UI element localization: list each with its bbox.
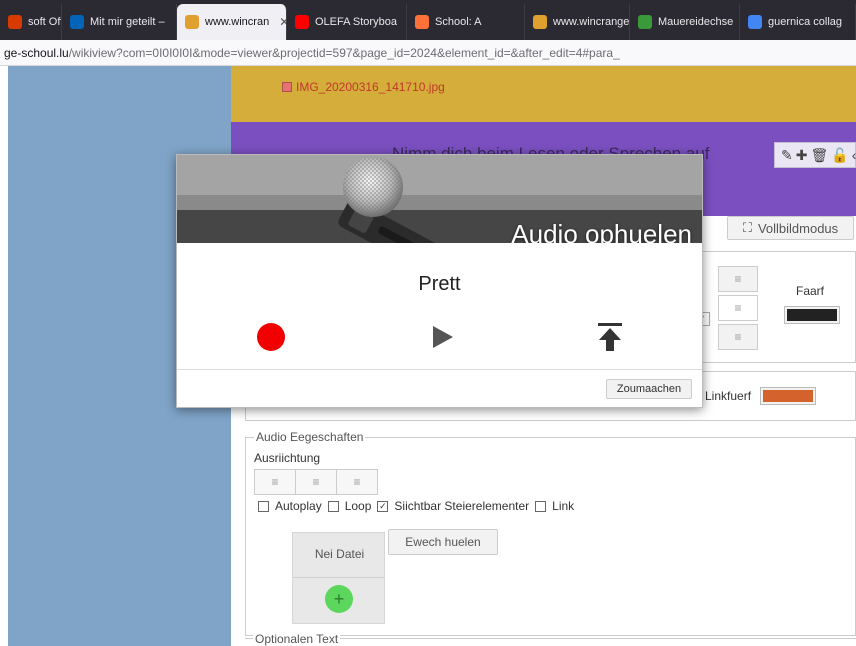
- plus-icon[interactable]: ✚: [796, 147, 808, 164]
- recorder-status: Prett: [418, 273, 461, 295]
- browser-tab[interactable]: www.wincran ✕: [177, 4, 287, 40]
- plus-icon: +: [333, 588, 345, 609]
- align-right-button[interactable]: ≡: [337, 470, 377, 494]
- align-left-button[interactable]: ≡: [255, 470, 296, 494]
- linkfuerf-color-swatch: [763, 390, 813, 402]
- align-bottom-button[interactable]: ≡: [718, 324, 758, 350]
- align-top-button[interactable]: ≡: [718, 266, 758, 292]
- new-file-dropzone[interactable]: Nei Datei +: [292, 532, 385, 624]
- browser-tab-label: OLEFA Storyboa: [315, 16, 397, 28]
- browser-tab-label: School: A: [435, 16, 482, 28]
- alignment-label: Ausriichtung: [254, 451, 321, 465]
- faarf-label: Faarf: [796, 284, 825, 298]
- browser-tab-label: www.wincran: [205, 16, 270, 28]
- pencil-icon[interactable]: ✎: [781, 147, 793, 164]
- browser-tab[interactable]: OLEFA Storyboa: [287, 4, 407, 40]
- edit-toolbar: ✎ ✚ 🗑 🔓 ‹: [774, 142, 856, 168]
- align-top-icon: ≡: [734, 272, 742, 286]
- wincrange-icon: [533, 15, 547, 29]
- image-file-name: IMG_20200316_141710.jpg: [296, 80, 445, 94]
- browser-tab-label: soft Office: [28, 16, 62, 28]
- faarf-color-swatch: [787, 309, 837, 321]
- alignment-button-group: ≡ ≡ ≡: [254, 469, 378, 495]
- browser-tab[interactable]: Mauereidechse: [630, 4, 740, 40]
- link-checkbox[interactable]: [535, 500, 547, 512]
- optional-text-fieldset: Optionalen Text: [245, 632, 856, 646]
- dropzone-divider: [293, 577, 384, 578]
- url-bar[interactable]: ge-schoul.lu/wikiview?com=0I0I0I0I&mode=…: [0, 40, 856, 66]
- audio-options: Autoplay Loop ✓ Siichtbar Steierelemente…: [258, 499, 574, 513]
- trash-icon[interactable]: 🗑: [810, 147, 828, 164]
- browser-tab-label: Mauereidechse: [658, 16, 734, 28]
- left-strip: [0, 66, 8, 646]
- align-middle-button[interactable]: ≡: [718, 295, 758, 321]
- browser-tab[interactable]: guernica collag: [740, 4, 856, 40]
- autoplay-checkbox[interactable]: [258, 500, 269, 512]
- fullscreen-label: Vollbildmodus: [757, 220, 839, 236]
- close-tab-icon[interactable]: ✕: [279, 15, 286, 29]
- add-file-button[interactable]: +: [325, 585, 353, 613]
- upload-icon[interactable]: [598, 323, 622, 351]
- faarf-color-picker[interactable]: [784, 306, 840, 324]
- browser-tabbar: soft Office Mit mir geteilt – www.wincran ✕…: [0, 0, 856, 40]
- link-label: Link: [552, 499, 575, 513]
- browser-tab[interactable]: Mit mir geteilt –: [62, 4, 177, 40]
- play-button[interactable]: [433, 326, 453, 348]
- controls-checkbox[interactable]: ✓: [377, 500, 389, 512]
- loop-label: Loop: [344, 499, 372, 513]
- youtube-icon: [295, 15, 309, 29]
- autoplay-label: Autoplay: [275, 499, 322, 513]
- browser-tab-label: Mit mir geteilt –: [90, 16, 165, 28]
- linkfuerf-color-picker[interactable]: [760, 387, 816, 405]
- remove-button[interactable]: Ewech huelen: [388, 529, 498, 555]
- lizard-icon: [638, 15, 652, 29]
- new-file-label: Nei Datei: [314, 547, 365, 561]
- record-button[interactable]: [257, 323, 285, 351]
- fullscreen-button[interactable]: ⛶ Vollbildmodus: [727, 216, 854, 240]
- linkfuerf-label: Linkfuerf: [705, 389, 752, 403]
- chevron-left-icon[interactable]: ‹: [852, 147, 856, 163]
- onedrive-icon: [70, 15, 84, 29]
- office-icon: [8, 15, 22, 29]
- browser-tab-label: www.wincrange: [553, 16, 630, 28]
- image-section: [231, 66, 856, 122]
- dialog-title: Audio ophuelen: [511, 219, 692, 243]
- controls-label: Siichtbar Steierelementer: [394, 499, 530, 513]
- dialog-footer-divider: [177, 369, 702, 370]
- image-file-icon: [282, 82, 292, 92]
- close-dialog-button[interactable]: Zoumaachen: [606, 379, 692, 399]
- google-icon: [748, 15, 762, 29]
- unlock-icon[interactable]: 🔓: [831, 147, 848, 164]
- loop-checkbox[interactable]: [327, 500, 339, 512]
- optional-text-legend: Optionalen Text: [253, 632, 341, 646]
- wincrange-icon: [185, 15, 199, 29]
- browser-tab-label: guernica collag: [768, 16, 842, 28]
- align-middle-icon: ≡: [734, 301, 742, 315]
- url-domain: ge-schoul.lu: [4, 45, 69, 60]
- browser-tab[interactable]: soft Office: [0, 4, 62, 40]
- align-center-button[interactable]: ≡: [296, 470, 337, 494]
- browser-tab[interactable]: www.wincrange: [525, 4, 630, 40]
- firefox-icon: [415, 15, 429, 29]
- align-bottom-icon: ≡: [734, 330, 742, 344]
- dialog-header: Audio ophuelen: [177, 155, 702, 243]
- browser-tab[interactable]: School: A: [407, 4, 525, 40]
- audio-properties-legend: Audio Eegeschaften: [256, 430, 364, 444]
- audio-record-dialog: Audio ophuelen Prett Zoumaachen: [176, 154, 703, 408]
- expand-icon: ⛶: [742, 220, 752, 235]
- image-file-link[interactable]: IMG_20200316_141710.jpg: [282, 80, 445, 94]
- url-path: /wikiview?com=0I0I0I0I&mode=viewer&proje…: [68, 45, 620, 60]
